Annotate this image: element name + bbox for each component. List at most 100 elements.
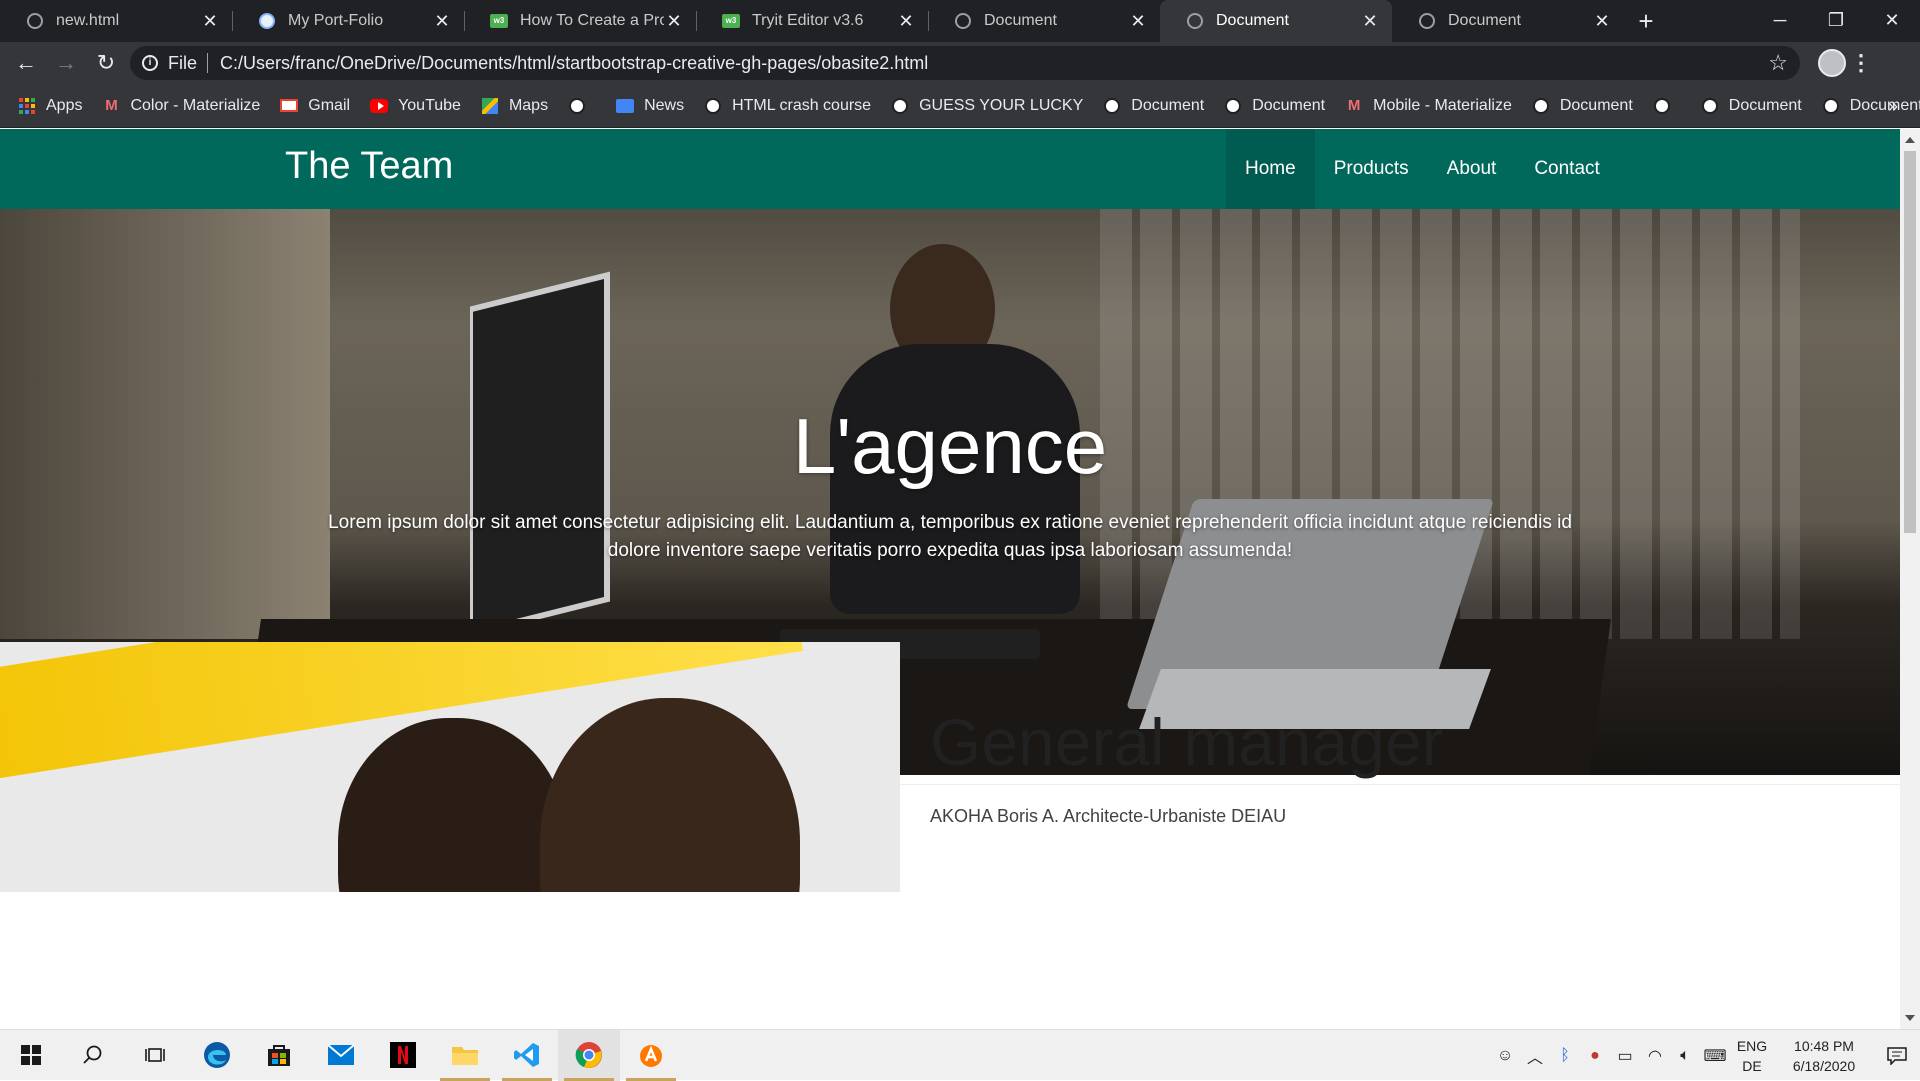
bookmark-label: Mobile - Materialize [1373,96,1512,114]
hero-text: Lorem ipsum dolor sit amet consectetur a… [328,512,1572,561]
antivirus-status-icon[interactable]: ● [1580,1047,1610,1065]
site-brand[interactable]: The Team [285,145,453,188]
mail-icon[interactable] [310,1030,372,1081]
bookmark-maps[interactable]: Maps [481,97,548,115]
bookmark-html-crash-course[interactable]: HTML crash course [704,97,871,115]
minimize-icon[interactable]: ─ [1752,0,1808,40]
hero-keyboard-image [780,629,1040,659]
search-icon[interactable] [62,1030,124,1081]
bookmark-youtube[interactable]: YouTube [370,97,461,115]
tab-document[interactable]: Document ✕ [928,0,1160,42]
close-icon[interactable]: ✕ [200,11,220,32]
avast-icon[interactable] [620,1030,682,1081]
url-text[interactable]: C:/Users/franc/OneDrive/Documents/html/s… [220,53,1768,74]
bookmark-news[interactable]: News [616,97,684,115]
edge-icon[interactable] [186,1030,248,1081]
scrollbar-thumb[interactable] [1904,151,1916,533]
w3schools-icon: w3 [490,12,508,30]
wifi-icon[interactable]: ◠ [1640,1046,1670,1066]
clock[interactable]: 10:48 PM 6/18/2020 [1774,1036,1874,1076]
windows-start-icon[interactable] [0,1030,62,1081]
restore-icon[interactable]: ❐ [1808,0,1864,40]
bookmark-document[interactable]: Document [1103,97,1204,115]
chevron-up-icon[interactable]: ︿ [1520,1044,1550,1068]
globe-icon [704,97,722,115]
close-icon[interactable]: ✕ [1592,11,1612,32]
forward-arrow-icon[interactable]: → [46,45,86,81]
hero-title: L'agence [792,402,1108,490]
bookmark-apps[interactable]: Apps [18,97,82,115]
info-icon[interactable]: i [142,55,158,71]
language-code: ENG [1736,1037,1768,1054]
battery-icon[interactable]: ▭ [1610,1046,1640,1066]
tab-title: My Port-Folio [288,12,384,29]
more-bookmarks-icon[interactable]: » [1888,96,1898,117]
close-icon[interactable]: ✕ [1360,11,1380,32]
windows-taskbar: ☺ ︿ ᛒ ● ▭ ◠ 🔈︎ ⌨ ENG DE 10:48 PM 6/18/20… [0,1029,1920,1081]
close-window-icon[interactable]: ✕ [1864,0,1920,40]
globe-icon [1103,97,1121,115]
bookmark-label: Document [1728,96,1802,114]
file-explorer-icon[interactable] [434,1030,496,1081]
tab-document[interactable]: Document ✕ [1392,0,1624,42]
bookmark-untitled[interactable] [568,97,596,115]
tab-title: Document [984,12,1057,29]
tab-my-port-folio[interactable]: My Port-Folio ✕ [232,0,464,42]
bookmark-label: Gmail [308,96,351,114]
bookmark-guess-your-lucky[interactable]: GUESS YOUR LUCKY [891,97,1083,115]
keyboard-icon[interactable]: ⌨ [1700,1046,1730,1066]
gmail-icon [280,97,299,115]
bookmark-mobile-materialize[interactable]: M Mobile - Materialize [1345,97,1512,115]
back-arrow-icon[interactable]: ← [6,45,46,81]
tab-new-html[interactable]: new.html ✕ [0,0,232,42]
scroll-down-arrow-icon[interactable] [1905,1015,1915,1021]
youtube-icon [370,97,389,115]
page-scrollbar[interactable] [1900,129,1920,1029]
nav-link-about[interactable]: About [1428,129,1516,209]
nav-link-contact[interactable]: Contact [1515,129,1618,209]
globe-icon [891,97,909,115]
bookmark-label: GUESS YOUR LUCKY [919,96,1084,114]
people-icon[interactable]: ☺ [1490,1047,1520,1065]
clock-time: 10:48 PM [1794,1037,1854,1054]
bookmark-document[interactable]: Document [1532,97,1633,115]
close-icon[interactable]: ✕ [664,11,684,32]
new-tab-button[interactable]: + [1624,0,1668,42]
bookmark-document[interactable]: Document [1224,97,1325,115]
bookmark-label: Color - Materialize [130,96,261,114]
browser-toolbar: ← → ↻ i File C:/Users/franc/OneDrive/Doc… [0,42,1920,84]
speaker-icon[interactable]: 🔈︎ [1670,1047,1700,1065]
globe-icon [568,97,586,115]
bluetooth-icon[interactable]: ᛒ [1550,1047,1580,1065]
close-icon[interactable]: ✕ [896,11,916,32]
nav-link-home[interactable]: Home [1226,129,1315,209]
language-indicator[interactable]: ENG DE [1730,1036,1774,1076]
news-icon [616,97,635,115]
chrome-icon[interactable] [558,1029,620,1081]
close-icon[interactable]: ✕ [1128,11,1148,32]
netflix-icon[interactable] [372,1030,434,1081]
nav-link-products[interactable]: Products [1315,129,1428,209]
bookmark-color-materialize[interactable]: M Color - Materialize [102,97,260,115]
tab-document-active[interactable]: Document ✕ [1160,0,1392,42]
tab-create-profile[interactable]: w3 How To Create a Profile ✕ [464,0,696,42]
vscode-icon[interactable] [496,1030,558,1081]
task-view-icon[interactable] [124,1030,186,1081]
section-divider [0,775,1900,785]
close-icon[interactable]: ✕ [432,11,452,32]
scroll-up-arrow-icon[interactable] [1905,137,1915,143]
system-tray: ☺ ︿ ᛒ ● ▭ ◠ 🔈︎ ⌨ ENG DE 10:48 PM 6/18/20… [1490,1030,1920,1081]
bookmark-untitled[interactable] [1653,97,1681,115]
address-bar[interactable]: i File C:/Users/franc/OneDrive/Documents… [130,46,1800,80]
bookmark-gmail[interactable]: Gmail [280,97,350,115]
reload-icon[interactable]: ↻ [86,45,126,81]
bookmark-document[interactable]: Document [1701,97,1802,115]
store-icon[interactable] [248,1030,310,1081]
profile-avatar[interactable] [1818,49,1846,77]
globe-icon [1186,12,1204,30]
menu-dots-icon[interactable]: ⋮ [1846,50,1876,76]
bookmark-document[interactable]: Document [1822,97,1920,115]
tab-tryit-editor[interactable]: w3 Tryit Editor v3.6 ✕ [696,0,928,42]
star-icon[interactable]: ☆ [1768,50,1788,76]
notifications-icon[interactable] [1874,1046,1920,1065]
